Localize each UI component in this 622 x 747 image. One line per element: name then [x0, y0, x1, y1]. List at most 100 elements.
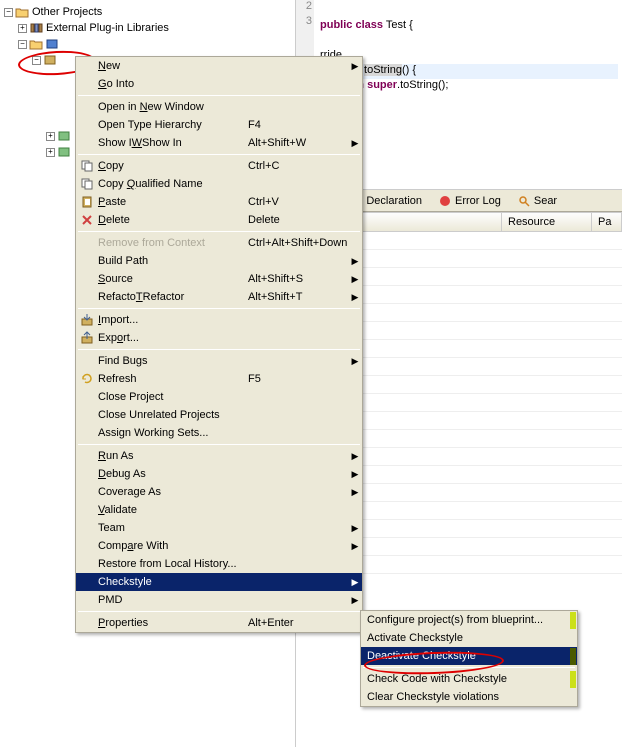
menu-item-checkstyle[interactable]: Checkstyle▶ [76, 573, 362, 591]
menu-item-delete[interactable]: DeleteDelete [76, 211, 362, 229]
menu-item-restore-from-local-history[interactable]: Restore from Local History... [76, 555, 362, 573]
menu-item-build-path[interactable]: Build Path ▶ [76, 252, 362, 270]
collapse-icon[interactable]: − [32, 56, 41, 65]
menu-label: Close Unrelated Projects [98, 409, 248, 421]
menu-separator [78, 611, 360, 612]
expand-icon[interactable]: + [18, 24, 27, 33]
menu-item-close-project[interactable]: Close Project [76, 388, 362, 406]
menu-shortcut: F4 [248, 119, 348, 131]
collapse-icon[interactable]: − [4, 8, 13, 17]
menu-item-paste[interactable]: PasteCtrl+V [76, 193, 362, 211]
java-icon [45, 38, 59, 50]
menu-label: Export... [98, 332, 248, 344]
col-path[interactable]: Pa [592, 213, 622, 231]
menu-label: Refresh [98, 373, 248, 385]
menu-label: Paste [98, 196, 248, 208]
submenu-item-configure-project-s-from-blueprint[interactable]: Configure project(s) from blueprint... [361, 611, 577, 629]
menu-item-compare-with[interactable]: Compare With▶ [76, 537, 362, 555]
menu-separator [78, 349, 360, 350]
menu-item-refactor[interactable]: RefactoTRefactorAlt+Shift+T▶ [76, 288, 362, 306]
menu-label: Validate [98, 504, 248, 516]
menu-item-copy-qualified-name[interactable]: Copy Qualified Name [76, 175, 362, 193]
highlight-marker [570, 671, 576, 688]
expand-icon[interactable]: + [46, 132, 55, 141]
submenu-item-check-code-with-checkstyle[interactable]: Check Code with Checkstyle [361, 670, 577, 688]
menu-item-go-into[interactable]: Go Into [76, 75, 362, 93]
menu-item-open-type-hierarchy[interactable]: Open Type HierarchyF4 [76, 116, 362, 134]
package-icon [43, 54, 57, 66]
menu-label: Team [98, 522, 248, 534]
package-icon [57, 146, 71, 158]
menu-shortcut: Alt+Shift+S [248, 273, 348, 285]
refresh-icon [80, 372, 94, 386]
submenu-arrow-icon: ▶ [352, 451, 359, 461]
menu-separator [78, 154, 360, 155]
menu-shortcut: Ctrl+Alt+Shift+Down [248, 237, 348, 249]
menu-shortcut: Ctrl+C [248, 160, 348, 172]
tab-search[interactable]: Sear [513, 192, 561, 210]
menu-item-properties[interactable]: PropertiesAlt+Enter [76, 614, 362, 632]
menu-label: RefactoTRefactor [98, 291, 248, 303]
menu-item-refresh[interactable]: RefreshF5 [76, 370, 362, 388]
menu-label: Build Path [98, 255, 248, 267]
error-icon [438, 194, 452, 208]
menu-item-open-in-new-window[interactable]: Open in New Window [76, 98, 362, 116]
collapse-icon[interactable]: − [18, 40, 27, 49]
package-icon [57, 130, 71, 142]
submenu-label: Activate Checkstyle [367, 632, 463, 644]
copy-icon [80, 159, 94, 173]
tree-label: Other Projects [32, 6, 102, 18]
submenu-item-deactivate-checkstyle[interactable]: Deactivate Checkstyle [361, 647, 577, 665]
submenu-item-clear-checkstyle-violations[interactable]: Clear Checkstyle violations [361, 688, 577, 706]
submenu-arrow-icon: ▶ [352, 256, 359, 266]
expand-icon[interactable]: + [46, 148, 55, 157]
menu-item-new[interactable]: New▶ [76, 57, 362, 75]
menu-item-show-in[interactable]: Show IWShow InAlt+Shift+W▶ [76, 134, 362, 152]
tab-error-log[interactable]: Error Log [434, 192, 505, 210]
menu-label: Delete [98, 214, 248, 226]
menu-item-assign-working-sets[interactable]: Assign Working Sets... [76, 424, 362, 442]
import-icon [80, 313, 94, 327]
submenu-arrow-icon: ▶ [352, 487, 359, 497]
tree-item-selected[interactable]: − [0, 36, 295, 52]
submenu-item-activate-checkstyle[interactable]: Activate Checkstyle [361, 629, 577, 647]
menu-shortcut: Alt+Shift+T [248, 291, 348, 303]
menu-label: Debug As [98, 468, 248, 480]
submenu-arrow-icon: ▶ [352, 469, 359, 479]
menu-shortcut: F5 [248, 373, 348, 385]
menu-item-copy[interactable]: CopyCtrl+C [76, 157, 362, 175]
menu-item-run-as[interactable]: Run As ▶ [76, 447, 362, 465]
menu-item-debug-as[interactable]: Debug As ▶ [76, 465, 362, 483]
menu-label: Assign Working Sets... [98, 427, 248, 439]
menu-label: Restore from Local History... [98, 558, 248, 570]
menu-item-export[interactable]: Export... [76, 329, 362, 347]
menu-separator [78, 444, 360, 445]
menu-shortcut: Ctrl+V [248, 196, 348, 208]
menu-item-import[interactable]: Import... [76, 311, 362, 329]
menu-label: Checkstyle [98, 576, 248, 588]
search-icon [517, 194, 531, 208]
menu-label: Copy Qualified Name [98, 178, 248, 190]
submenu-label: Check Code with Checkstyle [367, 673, 507, 685]
menu-item-source[interactable]: SourceAlt+Shift+S▶ [76, 270, 362, 288]
paste-icon [80, 195, 94, 209]
menu-label: Copy [98, 160, 248, 172]
menu-separator [78, 308, 360, 309]
menu-separator [78, 95, 360, 96]
menu-item-close-unrelated-projects[interactable]: Close Unrelated Projects [76, 406, 362, 424]
project-icon [29, 38, 43, 50]
menu-item-coverage-as[interactable]: Coverage As▶ [76, 483, 362, 501]
menu-shortcut: Delete [248, 214, 348, 226]
menu-item-pmd[interactable]: PMD▶ [76, 591, 362, 609]
tree-root[interactable]: − Other Projects [0, 4, 295, 20]
menu-label: Go Into [98, 78, 248, 90]
submenu-arrow-icon: ▶ [352, 61, 359, 71]
menu-label: Run As [98, 450, 248, 462]
tree-label: External Plug-in Libraries [46, 22, 169, 34]
menu-item-find-bugs[interactable]: Find Bugs▶ [76, 352, 362, 370]
menu-item-team[interactable]: Team▶ [76, 519, 362, 537]
menu-item-validate[interactable]: Validate [76, 501, 362, 519]
tree-item[interactable]: + External Plug-in Libraries [0, 20, 295, 36]
col-resource[interactable]: Resource [502, 213, 592, 231]
copy-icon [80, 177, 94, 191]
